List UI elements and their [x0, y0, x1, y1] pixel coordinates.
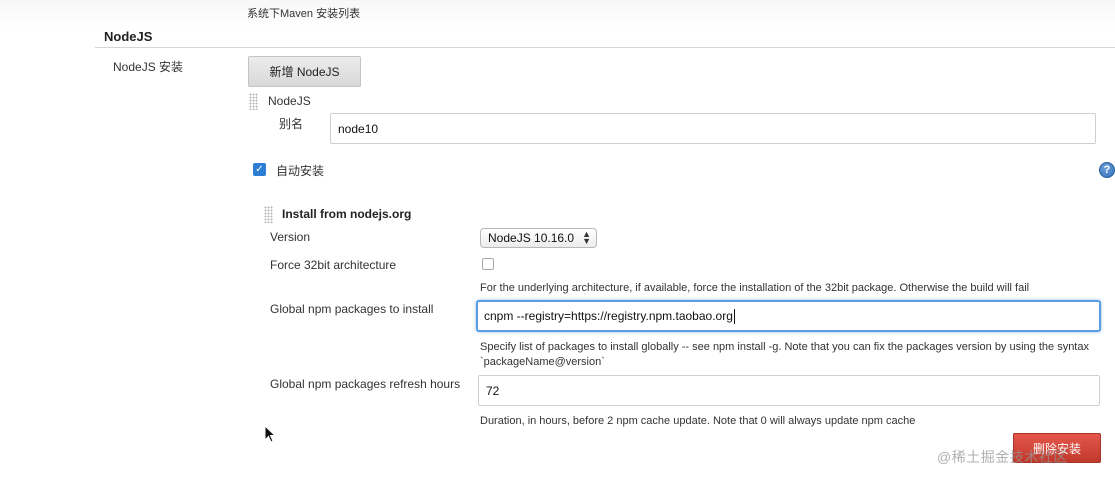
add-nodejs-button[interactable]: 新增 NodeJS	[248, 56, 361, 87]
drag-handle-icon[interactable]	[249, 93, 258, 110]
installer-title: Install from nodejs.org	[282, 207, 412, 221]
watermark-text: @稀土掘金技术社区	[937, 449, 1068, 465]
section-title: NodeJS	[104, 29, 153, 44]
alias-label: 别名	[279, 117, 304, 131]
text-cursor	[733, 308, 735, 324]
nodejs-block-title: NodeJS	[268, 94, 311, 108]
global-npm-packages-help-text: Specify list of packages to install glob…	[480, 341, 1089, 368]
refresh-hours-label: Global npm packages refresh hours	[270, 377, 461, 391]
select-arrows-icon: ▲ ▼	[582, 229, 591, 246]
help-icon[interactable]: ?	[1099, 162, 1115, 178]
top-band	[0, 0, 1115, 28]
checkmark-icon: ✓	[255, 163, 264, 175]
global-npm-packages-value: cnpm --registry=https://registry.npm.tao…	[484, 309, 733, 323]
version-selected-value: NodeJS 10.16.0	[488, 231, 575, 245]
force32-checkbox[interactable]	[482, 258, 494, 270]
auto-install-label: 自动安装	[276, 164, 325, 178]
nodejs-installations-label: NodeJS 安装	[113, 60, 184, 74]
global-npm-packages-input[interactable]: cnpm --registry=https://registry.npm.tao…	[476, 300, 1101, 332]
drag-handle-icon[interactable]	[264, 206, 273, 223]
mouse-pointer-icon	[264, 425, 276, 443]
auto-install-checkbox[interactable]: ✓	[253, 163, 266, 176]
maven-installations-caption: 系统下Maven 安装列表	[247, 8, 361, 20]
alias-input[interactable]	[330, 113, 1096, 144]
refresh-hours-input[interactable]	[478, 375, 1100, 406]
version-select[interactable]: NodeJS 10.16.0 ▲ ▼	[480, 228, 597, 248]
version-label: Version	[270, 230, 311, 244]
global-npm-packages-label: Global npm packages to install	[270, 302, 434, 316]
force32-label: Force 32bit architecture	[270, 258, 397, 272]
section-divider	[95, 47, 1115, 48]
force32-help-text: For the underlying architecture, if avai…	[480, 282, 1030, 294]
refresh-hours-help-text: Duration, in hours, before 2 npm cache u…	[480, 415, 916, 427]
